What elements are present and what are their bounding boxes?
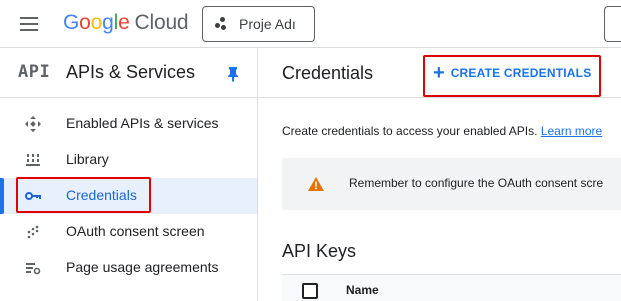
sidebar-item-oauth-consent[interactable]: OAuth consent screen	[0, 214, 257, 250]
search-box[interactable]	[604, 6, 621, 42]
pin-icon[interactable]	[226, 66, 240, 82]
api-keys-table-header: Name	[282, 274, 621, 301]
sidebar-item-label: Library	[66, 151, 109, 167]
sidebar-item-enabled-apis[interactable]: Enabled APIs & services	[0, 106, 257, 142]
sidebar-item-credentials[interactable]: Credentials	[0, 178, 257, 214]
sidebar-item-label: Enabled APIs & services	[66, 115, 219, 131]
oauth-warning-banner: Remember to configure the OAuth consent …	[282, 158, 621, 210]
column-header-name[interactable]: Name	[346, 283, 379, 297]
banner-text: Remember to configure the OAuth consent …	[349, 176, 604, 190]
sidebar-item-label: Page usage agreements	[66, 259, 219, 275]
api-keys-heading: API Keys	[282, 241, 357, 261]
page-title: Credentials	[282, 63, 374, 83]
learn-more-link[interactable]: Learn more	[541, 124, 602, 138]
menu-icon[interactable]	[18, 13, 42, 35]
main-header: Credentials + CREATE CREDENTIALS	[259, 48, 621, 98]
agreements-gear-icon	[26, 263, 41, 275]
warning-icon	[308, 177, 324, 191]
library-icon	[26, 154, 40, 166]
create-credentials-label: CREATE CREDENTIALS	[450, 66, 592, 80]
project-name: Proje Adı	[239, 16, 296, 32]
sidebar-item-library[interactable]: Library	[0, 142, 257, 178]
page-description: Create credentials to access your enable…	[282, 124, 603, 138]
project-dots-icon	[215, 17, 231, 31]
project-picker-button[interactable]: Proje Adı	[202, 6, 315, 42]
sidebar-header: API APIs & Services	[0, 48, 257, 98]
diamond-arrows-icon	[25, 116, 41, 132]
key-icon	[25, 192, 41, 200]
sidebar-item-label: Credentials	[66, 187, 137, 203]
google-cloud-logo[interactable]: Google Cloud	[63, 11, 189, 37]
create-credentials-button[interactable]: + CREATE CREDENTIALS	[433, 61, 591, 85]
sidebar-item-label: OAuth consent screen	[66, 223, 205, 239]
sidebar-item-page-usage-agreements[interactable]: Page usage agreements	[0, 250, 257, 286]
active-indicator	[0, 178, 4, 214]
sidebar-title: APIs & Services	[66, 62, 196, 82]
sidebar: API APIs & Services Enabled APIs & servi…	[0, 48, 258, 301]
top-app-bar: Google Cloud Proje Adı	[0, 0, 621, 48]
consent-dots-icon	[27, 225, 39, 239]
main-content: Credentials + CREATE CREDENTIALS Create …	[259, 48, 621, 301]
select-all-checkbox[interactable]	[302, 283, 318, 299]
plus-icon: +	[433, 62, 445, 84]
api-badge-icon: API	[18, 62, 51, 82]
